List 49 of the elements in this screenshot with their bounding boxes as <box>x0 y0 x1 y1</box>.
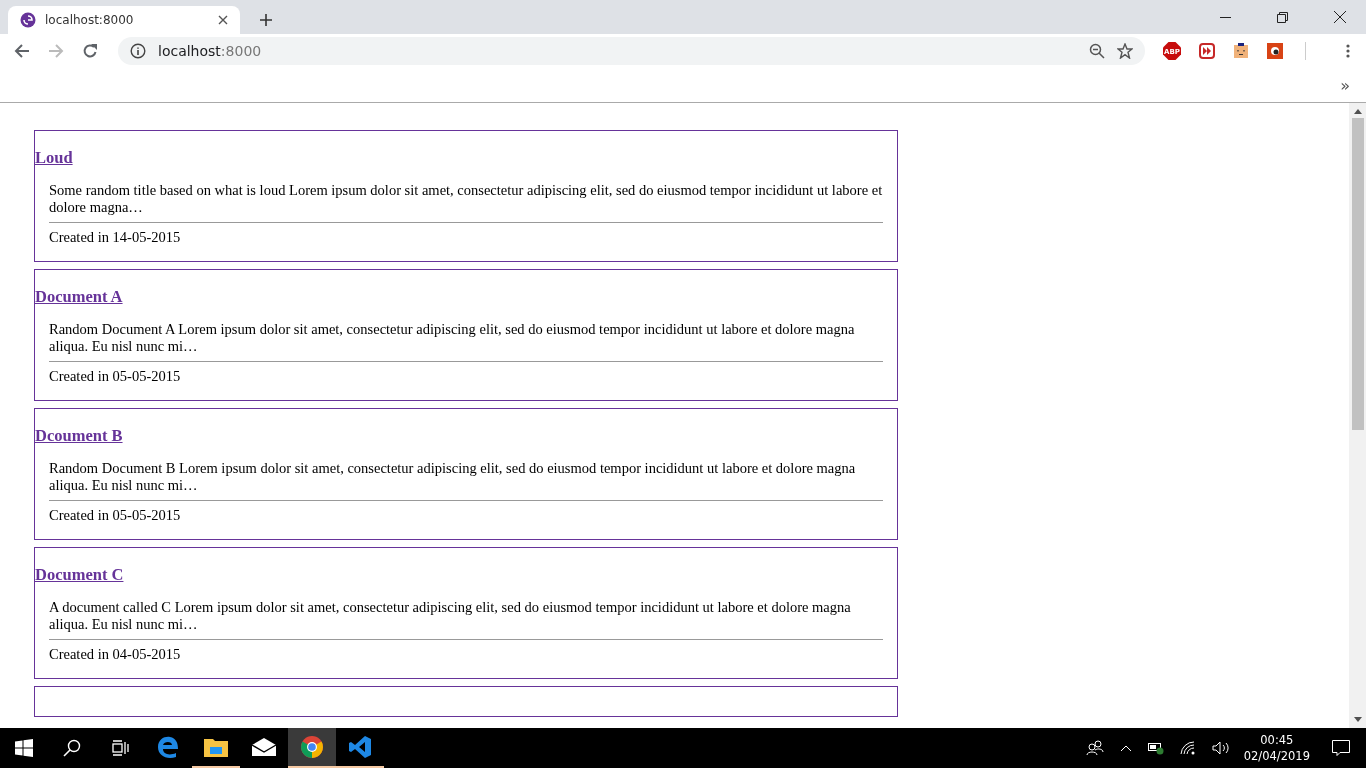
site-icon <box>20 12 36 28</box>
post-date: Created in 05-05-2015 <box>49 368 182 385</box>
envelope-icon <box>252 738 276 756</box>
code-editor-icon <box>349 736 371 758</box>
close-icon[interactable] <box>1334 11 1346 23</box>
post-excerpt: A document called C Lorem ipsum dolor sit amet, consectetur adipiscing elit, sed do eiusmod tempor incididunt ut labore et dolore magna aliqua. Eu nisl nunc mi… <box>49 599 852 633</box>
address-bar[interactable]: localhost:8000 <box>118 37 1145 65</box>
search-icon[interactable] <box>63 739 81 757</box>
scroll-up-icon[interactable] <box>1353 109 1362 114</box>
e-letter-icon <box>157 736 179 758</box>
scrollbar[interactable] <box>1349 103 1366 728</box>
more-bookmarks-button[interactable]: » <box>1340 75 1350 95</box>
post-title-link[interactable]: Document A <box>35 287 123 307</box>
face-box-icon[interactable] <box>1233 43 1249 59</box>
info-icon <box>130 43 146 59</box>
people-icon[interactable] <box>1085 740 1104 756</box>
post-title-link[interactable]: Loud <box>35 148 73 168</box>
notification-icon[interactable] <box>1332 740 1350 756</box>
chrome-icon <box>301 736 323 758</box>
back-icon[interactable] <box>14 43 30 59</box>
task-view-icon[interactable] <box>111 740 129 756</box>
speaker-icon[interactable] <box>1211 741 1230 755</box>
post-excerpt: Random Document A Lorem ipsum dolor sit amet, consectetur adipiscing elit, sed do eiusmod tempor incididunt ut labore et dolore magna aliqua. Eu nisl nunc mi… <box>49 321 856 355</box>
zoom-out-icon[interactable] <box>1089 43 1105 59</box>
wifi-icon[interactable] <box>1179 741 1196 755</box>
post-excerpt: Some random title based on what is loud Lorem ipsum dolor sit amet, consectetur adipiscing elit, sed do eiusmod tempor incididunt ut labore et dolore magna… <box>49 182 883 216</box>
windows-start-icon[interactable] <box>15 739 33 757</box>
clock[interactable]: 00:45 02/04/2019 <box>1243 732 1310 764</box>
close-tab-icon[interactable] <box>218 15 228 25</box>
post-date: Created in 14-05-2015 <box>49 229 182 246</box>
tab-title: localhost:8000 <box>45 13 135 27</box>
scrollbar-thumb[interactable] <box>1351 118 1364 430</box>
post-title-link[interactable]: Document C <box>35 565 124 585</box>
taskbar-app[interactable] <box>288 728 336 768</box>
reload-icon[interactable] <box>82 43 98 59</box>
browser-tab[interactable]: localhost:8000 <box>8 6 240 34</box>
chevron-up-icon[interactable] <box>1119 744 1132 752</box>
post-date: Created in 05-05-2015 <box>49 507 182 524</box>
menu-icon[interactable] <box>1346 44 1350 58</box>
battery-icon[interactable] <box>1147 741 1164 755</box>
restore-icon[interactable] <box>1277 12 1288 23</box>
folder-icon <box>204 737 228 757</box>
new-tab-icon[interactable] <box>259 13 273 27</box>
post-title-link[interactable]: Dcoument B <box>35 426 123 446</box>
post-date: Created in 04-05-2015 <box>49 646 182 663</box>
fast-forward-icon[interactable] <box>1199 43 1215 59</box>
post-excerpt: Random Document B Lorem ipsum dolor sit amet, consectetur adipiscing elit, sed do eiusmod tempor incididunt ut labore et dolore magna aliqua. Eu nisl nunc mi… <box>49 460 857 494</box>
star-icon[interactable] <box>1117 43 1133 59</box>
scroll-down-icon[interactable] <box>1353 717 1362 722</box>
